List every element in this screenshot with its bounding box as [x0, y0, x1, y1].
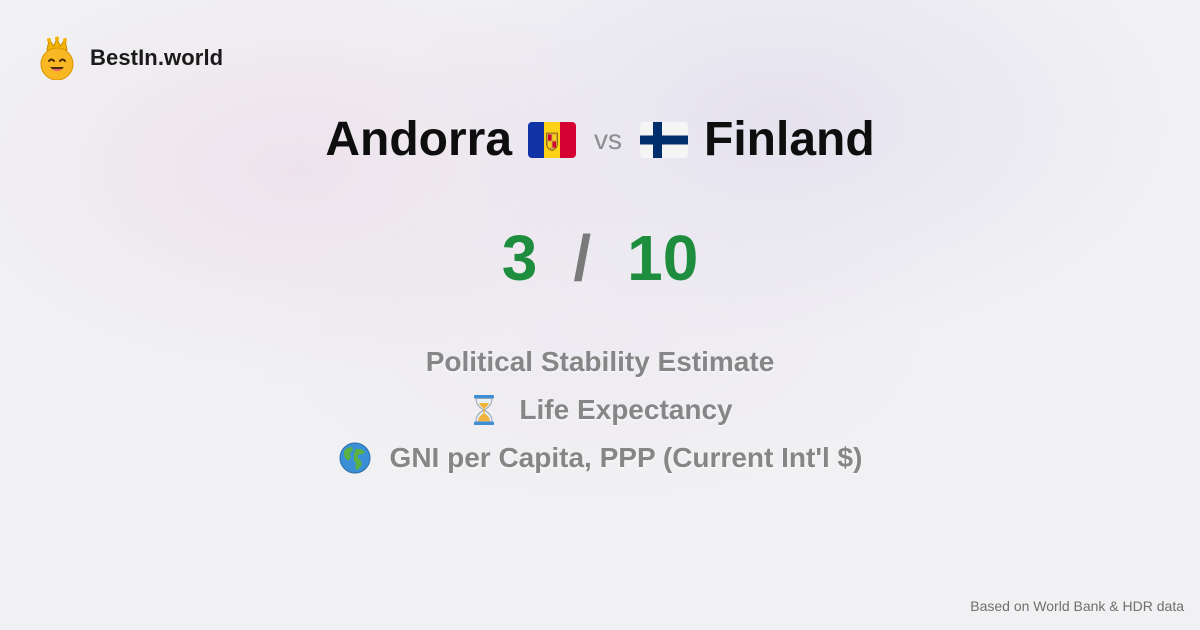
metric-label: Political Stability Estimate	[425, 346, 775, 377]
metric-label: Life Expectancy	[519, 394, 733, 425]
metric-gni-per-capita: GNI per Capita, PPP (Current Int'l $)	[338, 434, 863, 482]
vs-label: vs	[594, 124, 623, 155]
score-country-a: 3	[501, 222, 538, 294]
comparison-headline: Andorra vs Finland	[0, 108, 1200, 172]
andorra-flag-icon	[528, 122, 577, 158]
globe-icon	[339, 442, 371, 474]
score-country-b: 10	[627, 222, 699, 294]
data-source-note: Based on World Bank & HDR data	[970, 598, 1184, 614]
brand-name: BestIn.world	[90, 45, 224, 70]
score: 3 / 10	[0, 220, 1200, 296]
score-separator: /	[573, 222, 592, 294]
metrics-list: Political Stability Estimate Life Expect…	[0, 338, 1200, 482]
finland-flag-icon	[640, 122, 689, 158]
metric-life-expectancy: Life Expectancy	[467, 386, 733, 434]
country-b-name: Finland	[704, 113, 875, 166]
metric-label: GNI per Capita, PPP (Current Int'l $)	[389, 442, 863, 473]
metric-political-stability: Political Stability Estimate	[426, 338, 775, 386]
hourglass-icon	[474, 395, 495, 425]
crowned-smiley-icon	[40, 36, 74, 80]
background	[0, 0, 1200, 630]
country-a-name: Andorra	[325, 113, 513, 166]
brand[interactable]: BestIn.world	[38, 36, 223, 80]
